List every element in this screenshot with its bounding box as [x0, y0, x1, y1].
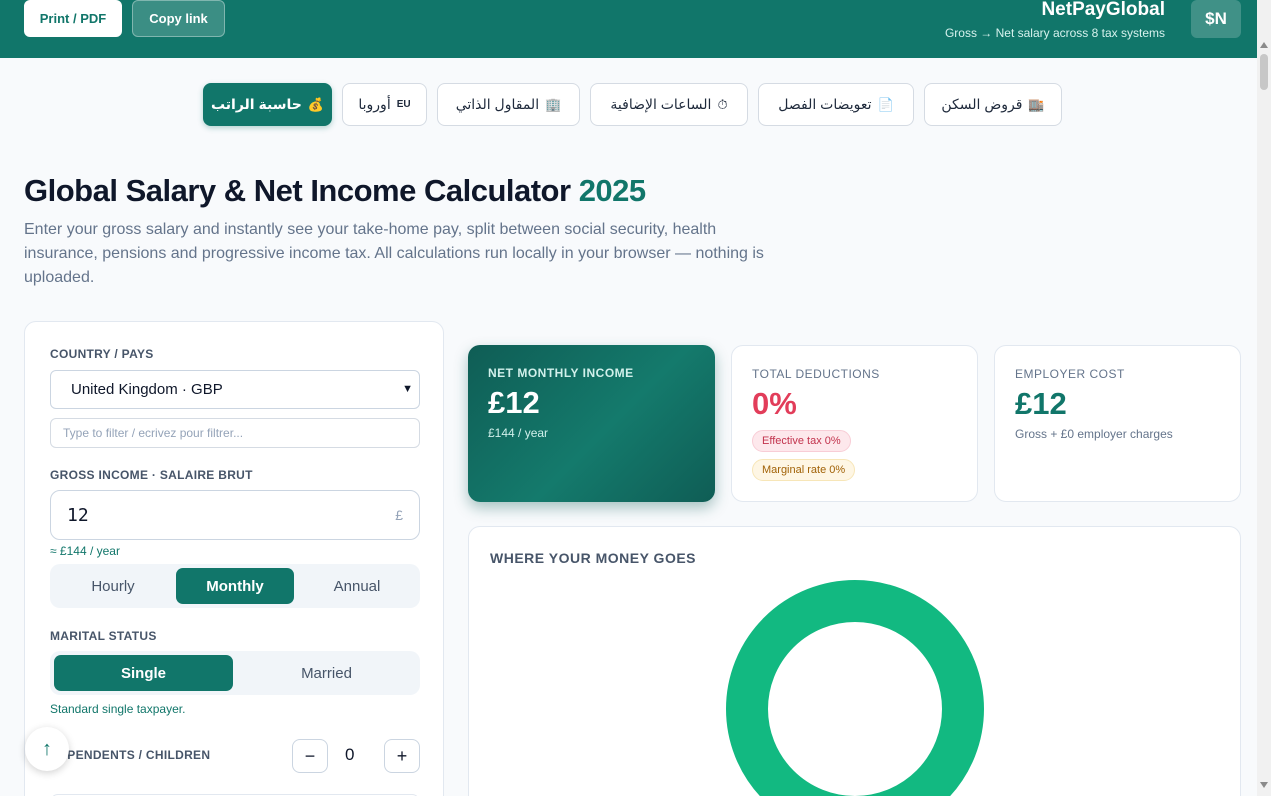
country-select[interactable]: United Kingdom · GBP ▼: [50, 370, 420, 409]
money-breakdown-chart: [726, 580, 984, 796]
scroll-up-arrow-icon[interactable]: [1260, 42, 1268, 48]
tab-label: الساعات الإضافية: [610, 96, 712, 112]
money-breakdown-title: WHERE YOUR MONEY GOES: [490, 550, 697, 566]
scroll-thumb[interactable]: [1260, 54, 1268, 90]
gross-income-input[interactable]: 12 £: [50, 490, 420, 540]
document-icon: 📄: [877, 96, 894, 112]
arrow-up-icon: ↑: [42, 737, 52, 760]
employer-cost-value: £12: [1015, 386, 1067, 421]
tab-salary-calculator[interactable]: حاسبة الراتب 💰: [203, 83, 332, 126]
total-deductions-value: 0%: [752, 386, 797, 421]
marital-married-button[interactable]: Married: [237, 655, 416, 691]
employer-cost-sub: Gross + £0 employer charges: [1015, 427, 1173, 441]
net-income-label: NET MONTHLY INCOME: [488, 366, 634, 380]
office-building-icon: 🏢: [545, 96, 562, 112]
gross-income-label: GROSS INCOME · SALAIRE BRUT: [50, 468, 253, 482]
tab-label: أوروبا: [358, 96, 391, 112]
page-intro: Enter your gross salary and instantly se…: [24, 221, 764, 286]
period-monthly-button[interactable]: Monthly: [176, 568, 294, 604]
period-annual-button[interactable]: Annual: [298, 568, 416, 604]
tab-housing-loans[interactable]: قروض السكن 🏬: [924, 83, 1062, 126]
tab-label: المقاول الذاتي: [455, 96, 540, 112]
page-title-year: 2025: [578, 173, 646, 208]
net-income-slice: [726, 580, 984, 796]
brand-name: NetPayGlobal: [1041, 0, 1165, 20]
tab-overtime[interactable]: الساعات الإضافية ⏱: [590, 83, 748, 126]
pay-period-toggle: Hourly Monthly Annual: [50, 564, 420, 608]
country-filter-input[interactable]: Type to filter / ecrivez pour filtrer...: [50, 418, 420, 448]
app-header: Print / PDF Copy link NetPayGlobal Gross…: [0, 0, 1257, 58]
salary-form-card: COUNTRY / PAYS United Kingdom · GBP ▼ Ty…: [24, 321, 444, 796]
currency-symbol: £: [395, 507, 403, 523]
marginal-rate-badge: Marginal rate 0%: [752, 459, 856, 481]
building-icon: 🏬: [1028, 96, 1045, 112]
tab-severance[interactable]: تعويضات الفصل 📄: [758, 83, 914, 126]
dependents-value: 0: [345, 745, 355, 764]
employer-cost-label: EMPLOYER COST: [1015, 367, 1125, 381]
tab-label: تعويضات الفصل: [778, 96, 872, 112]
net-income-card: NET MONTHLY INCOME £12 £144 / year: [468, 345, 715, 502]
dependents-label: DEPENDENTS / CHILDREN: [50, 748, 211, 762]
net-income-yearly: £144 / year: [488, 426, 549, 440]
money-bag-icon: 💰: [307, 96, 325, 112]
country-label: COUNTRY / PAYS: [50, 347, 154, 361]
money-breakdown-card: WHERE YOUR MONEY GOES: [468, 526, 1241, 796]
scroll-down-arrow-icon[interactable]: [1260, 782, 1268, 788]
marital-status-label: MARITAL STATUS: [50, 629, 157, 643]
page-scrollbar[interactable]: [1257, 0, 1271, 796]
tab-europe[interactable]: أوروبا EU: [342, 83, 427, 126]
eu-flag-icon: EU: [396, 99, 411, 110]
employer-cost-card: EMPLOYER COST £12 Gross + £0 employer ch…: [994, 345, 1241, 502]
back-to-top-button[interactable]: ↑: [25, 727, 69, 771]
brand-logo[interactable]: $N: [1191, 0, 1241, 38]
total-deductions-card: TOTAL DEDUCTIONS 0% Effective tax 0% Mar…: [731, 345, 978, 502]
dependents-increment-button[interactable]: +: [384, 739, 420, 773]
marital-status-hint: Standard single taxpayer.: [50, 702, 186, 716]
chevron-down-icon: ▼: [402, 383, 413, 395]
country-select-value: United Kingdom · GBP: [71, 381, 223, 398]
page-title: Global Salary & Net Income Calculator 20…: [24, 173, 646, 209]
tab-label: حاسبة الراتب: [210, 96, 302, 112]
marital-single-button[interactable]: Single: [54, 655, 233, 691]
total-deductions-label: TOTAL DEDUCTIONS: [752, 367, 880, 381]
page-title-text: Global Salary & Net Income Calculator: [24, 173, 571, 208]
stopwatch-icon: ⏱: [717, 96, 728, 112]
period-hourly-button[interactable]: Hourly: [54, 568, 172, 604]
tab-label: قروض السكن: [941, 96, 1023, 112]
tab-self-employed[interactable]: المقاول الذاتي 🏢: [437, 83, 580, 126]
net-income-value: £12: [488, 385, 540, 420]
print-pdf-button[interactable]: Print / PDF: [24, 0, 122, 37]
effective-tax-badge: Effective tax 0%: [752, 430, 851, 452]
dependents-decrement-button[interactable]: −: [292, 739, 328, 773]
annual-income-hint: ≈ £144 / year: [50, 544, 120, 558]
copy-link-button[interactable]: Copy link: [132, 0, 225, 37]
brand-tagline: Gross → Net salary across 8 tax systems: [944, 26, 1165, 40]
marital-status-toggle: Single Married: [50, 651, 420, 695]
gross-income-value: 12: [67, 504, 89, 526]
